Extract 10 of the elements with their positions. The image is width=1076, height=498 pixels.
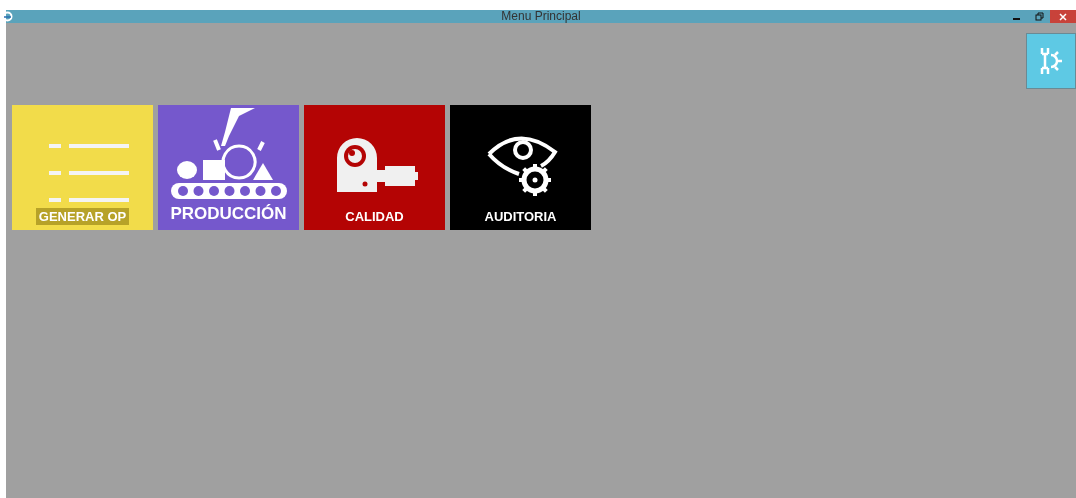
- close-button[interactable]: [1050, 10, 1076, 23]
- close-icon: [1059, 12, 1067, 21]
- menu-tile[interactable]: PRODUCCIÓN: [158, 105, 299, 230]
- window-title: Menu Principal: [501, 10, 581, 23]
- settings-button[interactable]: [1026, 33, 1076, 89]
- menu-tile[interactable]: AUDITORIA: [450, 105, 591, 230]
- menu-tile[interactable]: CALIDAD: [304, 105, 445, 230]
- wrench-gear-icon: [1038, 46, 1064, 76]
- conveyor-belt-icon: [168, 106, 289, 201]
- restore-icon: [1034, 12, 1044, 21]
